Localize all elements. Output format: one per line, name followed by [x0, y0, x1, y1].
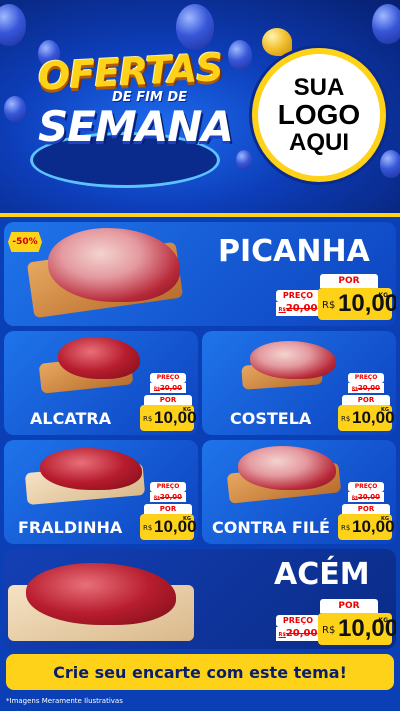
preco-label: PREÇO — [150, 373, 186, 383]
balloon-icon — [228, 40, 252, 70]
old-price-value: 20,00 — [285, 628, 318, 639]
product-card-contra-file: PREÇO R$20,00 POR CONTRA FILÉ R$ 10,00 K… — [202, 440, 396, 544]
product-name: COSTELA — [230, 409, 312, 428]
picanha-image — [48, 228, 180, 302]
old-price-value: 20,00 — [357, 493, 381, 501]
alcatra-image — [58, 337, 140, 379]
acem-image — [26, 563, 176, 625]
disclaimer-text: *Imagens Meramente Ilustrativas — [6, 697, 123, 705]
por-label: POR — [342, 395, 390, 405]
old-price-value: 20,00 — [159, 493, 183, 501]
currency-label: R$ — [143, 524, 153, 532]
logo-text-3: AQUI — [289, 128, 349, 156]
currency-label: R$ — [341, 415, 351, 423]
logo-text-2: LOGO — [277, 99, 361, 131]
old-price-currency: R$ — [278, 632, 286, 638]
product-card-acem: ACÉM POR PREÇO R$20,00 R$ 10,00 KG — [4, 549, 396, 649]
title-semana: SEMANA — [38, 102, 234, 151]
old-price-value: 20,00 — [285, 303, 318, 314]
cta-banner[interactable]: Crie seu encarte com este tema! — [6, 654, 394, 690]
header-banner: OFERTAS DE FIM DE SEMANA SUA LOGO AQUI — [0, 0, 400, 214]
old-price: R$20,00 — [150, 492, 186, 502]
contra-file-image — [238, 446, 336, 490]
new-price: R$ 10,00 KG — [338, 514, 395, 540]
unit-label: KG — [381, 516, 389, 522]
preco-label: PREÇO — [348, 482, 384, 492]
product-name: CONTRA FILÉ — [212, 518, 330, 537]
preco-label: PREÇO — [276, 615, 320, 627]
new-price: R$ 10,00 KG — [318, 613, 396, 645]
new-price: R$ 10,00 KG — [140, 405, 197, 431]
divider — [0, 213, 400, 217]
unit-label: KG — [378, 292, 388, 299]
unit-label: KG — [378, 617, 388, 624]
fraldinha-image — [40, 448, 142, 490]
old-price: R$20,00 — [276, 627, 320, 641]
new-price: R$ 10,00 KG — [140, 514, 197, 540]
product-name: PICANHA — [218, 234, 370, 269]
old-price: R$20,00 — [348, 383, 384, 393]
por-label: POR — [320, 599, 378, 613]
product-card-costela: PREÇO R$20,00 POR COSTELA R$ 10,00 KG — [202, 331, 396, 435]
product-card-fraldinha: PREÇO R$20,00 POR FRALDINHA R$ 10,00 KG — [4, 440, 198, 544]
old-price-value: 20,00 — [159, 384, 183, 392]
new-price: R$ 10,00 KG — [318, 288, 396, 320]
heart-balloon-icon — [262, 28, 292, 56]
preco-label: PREÇO — [276, 290, 320, 302]
product-name: FRALDINHA — [18, 518, 123, 537]
por-label: POR — [144, 504, 192, 514]
old-price: R$20,00 — [150, 383, 186, 393]
por-label: POR — [320, 274, 378, 288]
unit-label: KG — [381, 407, 389, 413]
discount-badge: -50% — [8, 232, 42, 252]
old-price-value: 20,00 — [357, 384, 381, 392]
por-label: POR — [342, 504, 390, 514]
preco-label: PREÇO — [348, 373, 384, 383]
currency-label: R$ — [322, 625, 336, 636]
preco-label: PREÇO — [150, 482, 186, 492]
new-price: R$ 10,00 KG — [338, 405, 395, 431]
product-name: ACÉM — [274, 557, 370, 592]
balloon-icon — [236, 150, 252, 170]
currency-label: R$ — [143, 415, 153, 423]
currency-label: R$ — [322, 300, 336, 311]
product-card-alcatra: PREÇO R$20,00 POR ALCATRA R$ 10,00 KG — [4, 331, 198, 435]
balloon-icon — [372, 4, 400, 44]
old-price: R$20,00 — [348, 492, 384, 502]
logo-placeholder: SUA LOGO AQUI — [252, 48, 386, 182]
costela-image — [250, 341, 336, 379]
unit-label: KG — [183, 407, 191, 413]
currency-label: R$ — [341, 524, 351, 532]
balloon-icon — [0, 4, 26, 46]
logo-text-1: SUA — [293, 74, 345, 102]
old-price: R$20,00 — [276, 302, 320, 316]
unit-label: KG — [183, 516, 191, 522]
promo-title: OFERTAS DE FIM DE SEMANA — [20, 42, 234, 188]
product-name: ALCATRA — [30, 409, 112, 428]
balloon-icon — [380, 150, 400, 178]
product-card-picanha: PICANHA POR PREÇO R$20,00 R$ 10,00 KG — [4, 222, 396, 326]
old-price-currency: R$ — [278, 307, 286, 313]
por-label: POR — [144, 395, 192, 405]
